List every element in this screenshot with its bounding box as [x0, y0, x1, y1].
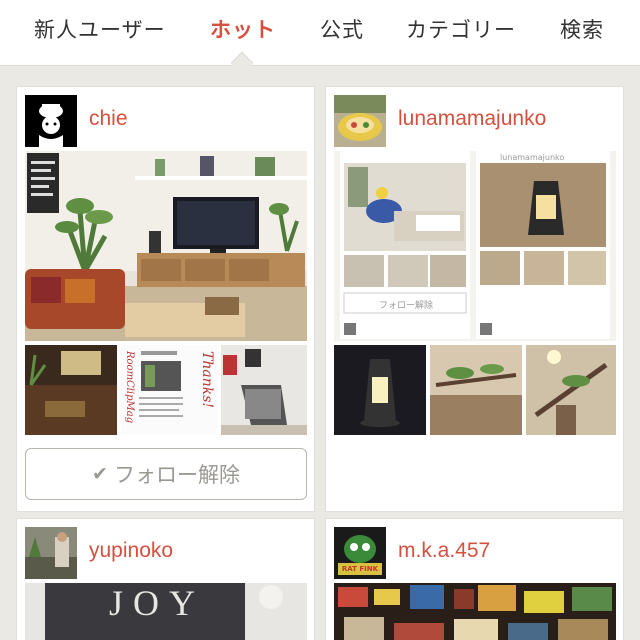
- main-photo[interactable]: フォロー解除 lunamamajunko: [334, 151, 616, 341]
- top-nav: 新人ユーザー ホット 公式 カテゴリー 検索: [0, 0, 640, 66]
- thumbnail-photo[interactable]: [221, 345, 307, 435]
- inner-unfollow-label: フォロー解除: [378, 301, 433, 311]
- thanks-label: Thanks!: [199, 351, 215, 409]
- user-card[interactable]: chie RoomClipMag Thanks! ✔ フォロー解除: [16, 86, 315, 512]
- thumbnail-photo[interactable]: [526, 345, 616, 435]
- tab-search[interactable]: 検索: [560, 14, 604, 46]
- thumbnail-photo[interactable]: [25, 345, 117, 435]
- username[interactable]: m.k.a.457: [398, 539, 490, 563]
- username[interactable]: yupinoko: [89, 539, 173, 563]
- photo-text: JOY: [109, 583, 206, 623]
- user-card[interactable]: lunamamajunko フォロー解除 lunamamajunko: [325, 86, 624, 512]
- main-photo[interactable]: [25, 151, 307, 341]
- tab-hot[interactable]: ホット: [210, 14, 276, 46]
- main-photo[interactable]: JOY: [25, 583, 307, 640]
- avatar[interactable]: [334, 95, 386, 147]
- unfollow-label: フォロー解除: [113, 463, 240, 487]
- check-icon: ✔: [92, 463, 108, 485]
- tab-new-users[interactable]: 新人ユーザー: [34, 14, 166, 46]
- user-card[interactable]: yupinoko JOY: [16, 518, 315, 640]
- thumbnail-photo[interactable]: [334, 345, 426, 435]
- avatar[interactable]: [25, 95, 77, 147]
- magazine-label: RoomClipMag: [124, 351, 135, 424]
- tab-category[interactable]: カテゴリー: [406, 14, 516, 46]
- unfollow-button[interactable]: ✔ フォロー解除: [25, 448, 307, 500]
- tab-official[interactable]: 公式: [320, 14, 364, 46]
- main-photo[interactable]: [334, 583, 616, 640]
- avatar[interactable]: RAT FINK: [334, 527, 386, 579]
- user-card[interactable]: RAT FINK m.k.a.457: [325, 518, 624, 640]
- username[interactable]: chie: [89, 107, 128, 131]
- thumbnail-photo[interactable]: [430, 345, 522, 435]
- avatar-label: RAT FINK: [341, 565, 379, 573]
- avatar[interactable]: [25, 527, 77, 579]
- username[interactable]: lunamamajunko: [398, 107, 546, 131]
- thumbnail-magazine[interactable]: RoomClipMag Thanks!: [121, 345, 217, 435]
- inner-username: lunamamajunko: [500, 153, 565, 162]
